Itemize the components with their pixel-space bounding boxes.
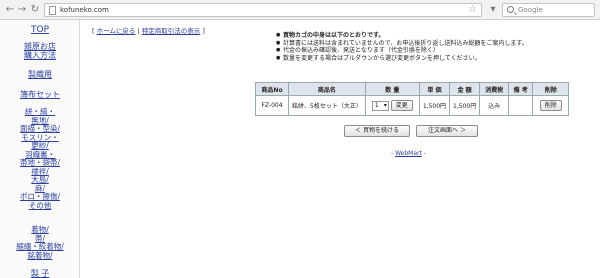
page-icon [49, 6, 56, 15]
product-no: FZ-004 [255, 95, 289, 116]
browser-toolbar: ← → ↻ kofuneko.com ☆ ▾ Google [0, 0, 600, 20]
col-header-unit-price: 単 価 [418, 82, 451, 96]
url-text[interactable]: kofuneko.com [60, 6, 109, 14]
breadcrumb: [ ホームに戻る | 特定商取引法の表示 ] [92, 27, 205, 35]
quantity-select[interactable]: 1 [371, 100, 389, 111]
col-header-no: 商品No [255, 82, 289, 96]
bookmark-star-icon[interactable]: ☆ [468, 4, 477, 15]
col-header-tax: 消費税 [479, 82, 510, 96]
col-header-amount: 金 額 [449, 82, 481, 96]
footer: - WebMart - [391, 150, 426, 157]
sidebar-item-cloth-set[interactable]: 簿布セット [0, 90, 80, 99]
change-button[interactable]: 変更 [390, 100, 413, 111]
delete-button[interactable]: 削除 [539, 100, 562, 111]
notice-line: 代金の振込み確認後、発送となります（代金引換を除く） [276, 47, 528, 55]
continue-shopping-button[interactable]: ＜ 買物を続ける [344, 125, 410, 137]
notice-line: 計算書には送料は含まれていませんので、お申込後折り返し送料込み総額をご案内します… [276, 40, 528, 48]
note [508, 95, 534, 116]
search-box[interactable]: Google [502, 3, 595, 17]
tax: 込み [479, 95, 510, 116]
search-icon [507, 6, 514, 13]
legal-notice-link[interactable]: 特定商取引法の表示 [142, 27, 201, 35]
sidebar-item-top[interactable]: TOP [0, 26, 80, 35]
col-header-name: 商品名 [288, 82, 366, 96]
sidebar-item-weaving[interactable]: 製織用 [0, 70, 80, 79]
table-header-row: 商品No 商品名 数 量 単 価 金 額 消費税 備 考 削除 [255, 82, 570, 96]
col-header-delete: 削除 [532, 82, 570, 96]
cart-table: 商品No 商品名 数 量 単 価 金 額 消費税 備 考 削除 FZ-004 銘… [255, 82, 570, 116]
address-bar[interactable]: kofuneko.com ☆ [44, 3, 482, 17]
notice-line: 数量を変更する場合はプルダウンから選び変更ボタンを押してください。 [276, 55, 528, 63]
forward-arrow-icon[interactable]: → [16, 4, 28, 16]
search-placeholder: Google [518, 6, 543, 14]
go-to-order-button[interactable]: 注文画面へ ＞ [416, 125, 478, 137]
reload-icon[interactable]: ↻ [29, 4, 41, 16]
col-header-qty: 数 量 [364, 82, 420, 96]
unit-price: 1,500円 [418, 95, 451, 116]
sidebar-item-categories[interactable]: 絣・縞・ 無地/面描・型染/モスリン・ 更紗/羽織裏・ 帯地・袋帯/襦袢/大島/麻/ポ… [0, 107, 80, 210]
dropdown-arrow-icon[interactable]: ▾ [487, 4, 499, 16]
cart-notice: 買物カゴの中身は以下のとおりです。 計算書には送料は含まれていませんので、お申込… [276, 32, 528, 62]
webmart-link[interactable]: WebMart [395, 150, 422, 157]
col-header-note: 備 考 [508, 82, 534, 96]
sidebar: TOP 雑原お店 購入方法 製織用 簿布セット 絣・縞・ 無地/面描・型染/モスリン… [0, 20, 80, 278]
sidebar-item-last[interactable]: 製 子 [0, 269, 80, 278]
product-name: 銘絣、5枚セット（大正） [288, 95, 366, 116]
delete-cell: 削除 [532, 95, 570, 116]
sidebar-item-purchase[interactable]: 雑原お店 購入方法 [0, 42, 80, 60]
home-link[interactable]: ホームに戻る [97, 27, 136, 35]
table-row: FZ-004 銘絣、5枚セット（大正） 1 変更 1,500円 1,500円 込… [255, 95, 570, 116]
notice-heading: 買物カゴの中身は以下のとおりです。 [276, 32, 528, 40]
qty-cell: 1 変更 [364, 95, 420, 116]
back-arrow-icon[interactable]: ← [4, 4, 16, 16]
amount: 1,500円 [449, 95, 481, 116]
sidebar-item-kimono[interactable]: 着物/帯/縮緬・絞着物/銘着物/ [0, 225, 80, 260]
